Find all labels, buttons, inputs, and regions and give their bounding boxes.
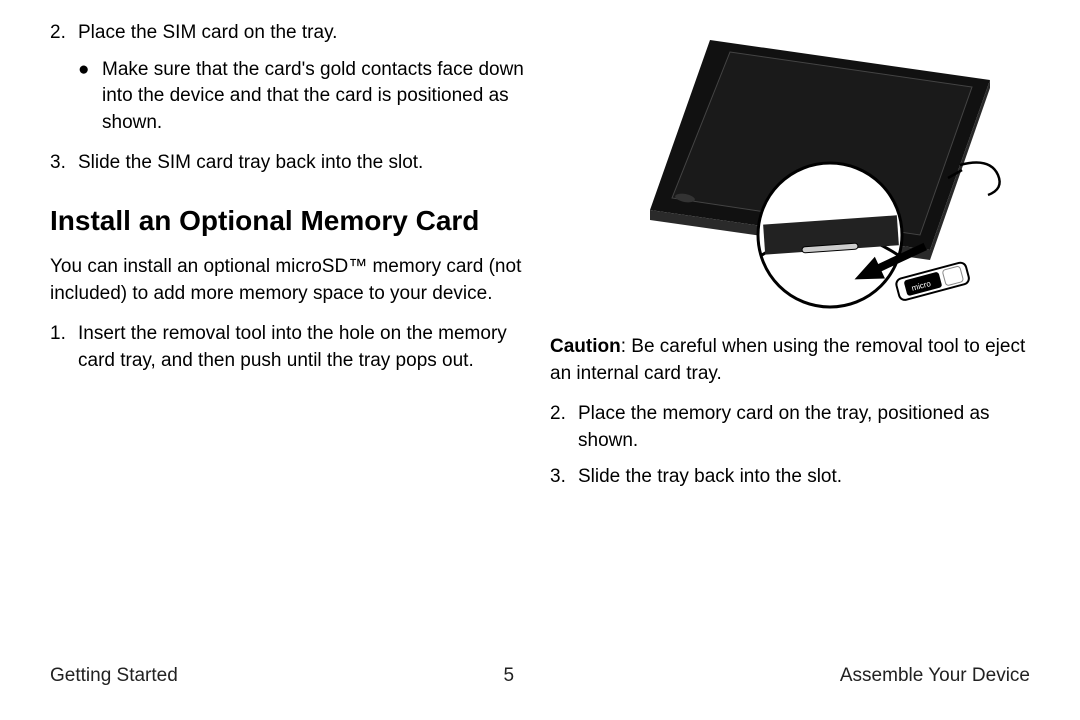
- step-number: 3.: [50, 150, 78, 177]
- step-text: Slide the tray back into the slot.: [578, 464, 1030, 491]
- caution-paragraph: Caution: Be careful when using the remov…: [550, 334, 1030, 387]
- sim-step-2-bullet: ● Make sure that the card's gold contact…: [78, 57, 530, 137]
- step-text: Insert the removal tool into the hole on…: [78, 321, 530, 374]
- sim-step-3: 3. Slide the SIM card tray back into the…: [50, 150, 530, 177]
- left-column: 2. Place the SIM card on the tray. ● Mak…: [50, 20, 530, 643]
- step-number: 3.: [550, 464, 578, 491]
- right-column: micro Caution: Be careful when using the…: [550, 20, 1030, 643]
- bullet-dot: ●: [78, 57, 102, 137]
- step-text: Slide the SIM card tray back into the sl…: [78, 150, 530, 177]
- tablet-tray-illustration: micro: [550, 20, 1030, 320]
- sim-step-2: 2. Place the SIM card on the tray.: [50, 20, 530, 47]
- step-number: 1.: [50, 321, 78, 374]
- memory-step-1: 1. Insert the removal tool into the hole…: [50, 321, 530, 374]
- step-text: Place the SIM card on the tray.: [78, 20, 530, 47]
- page-footer: Getting Started 5 Assemble Your Device: [50, 643, 1030, 690]
- footer-right: Assemble Your Device: [840, 663, 1030, 690]
- bullet-text: Make sure that the card's gold contacts …: [102, 57, 530, 137]
- step-number: 2.: [550, 401, 578, 454]
- document-page: 2. Place the SIM card on the tray. ● Mak…: [0, 0, 1080, 720]
- footer-left: Getting Started: [50, 663, 178, 690]
- step-number: 2.: [50, 20, 78, 47]
- intro-paragraph: You can install an optional microSD™ mem…: [50, 254, 530, 307]
- caution-text: : Be careful when using the removal tool…: [550, 336, 1025, 384]
- section-heading: Install an Optional Memory Card: [50, 201, 530, 240]
- step-text: Place the memory card on the tray, posit…: [578, 401, 1030, 454]
- illustration-svg: micro: [550, 20, 1030, 320]
- footer-page-number: 5: [504, 663, 515, 690]
- memory-step-2: 2. Place the memory card on the tray, po…: [550, 401, 1030, 454]
- caution-label: Caution: [550, 336, 621, 357]
- memory-step-3: 3. Slide the tray back into the slot.: [550, 464, 1030, 491]
- content-columns: 2. Place the SIM card on the tray. ● Mak…: [50, 20, 1030, 643]
